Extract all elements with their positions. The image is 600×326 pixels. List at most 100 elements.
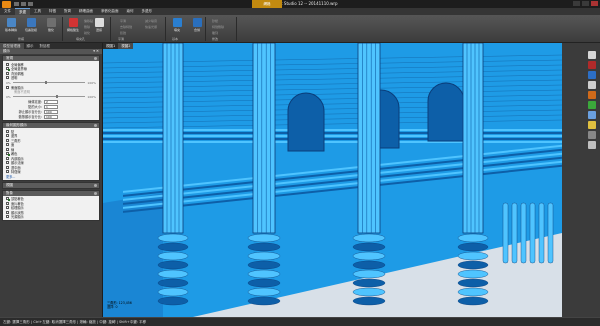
checkbox[interactable] xyxy=(6,206,9,210)
select-button[interactable]: 選擇 xyxy=(92,18,106,32)
checkbox[interactable] xyxy=(6,215,9,219)
number-label: 動態顯示百分比: xyxy=(18,115,42,119)
tab-4[interactable]: 對齊 xyxy=(60,8,75,15)
merge-button[interactable]: 合併 xyxy=(190,18,204,32)
context-tab-mesh[interactable]: 網格 xyxy=(252,0,282,8)
maximize-icon[interactable] xyxy=(582,1,589,6)
ribbon-item-2[interactable]: 銳化 xyxy=(84,31,90,35)
button-label: 包裹建模 xyxy=(24,28,37,32)
more-link[interactable]: 更多... xyxy=(6,174,96,179)
section-header[interactable]: 視圖 xyxy=(3,182,99,188)
checkbox[interactable] xyxy=(6,134,9,138)
wrap-button[interactable]: 包裹建模 xyxy=(24,18,38,32)
minimize-icon[interactable] xyxy=(573,1,580,6)
slider-track[interactable] xyxy=(12,81,86,84)
ribbon-group-label: 填充孔 xyxy=(76,37,86,41)
view-tool-9-icon[interactable] xyxy=(588,141,596,149)
checkbox[interactable] xyxy=(6,197,9,201)
ribbon-item-0[interactable]: 偏移點 xyxy=(84,19,93,23)
slider-knob[interactable] xyxy=(45,81,48,84)
number-input[interactable]: 100 xyxy=(44,109,58,114)
tab-6[interactable]: 參數化曲面 xyxy=(97,8,123,15)
checkbox[interactable] xyxy=(6,165,9,169)
button-label: 網格醫生 xyxy=(66,28,79,32)
number-input[interactable]: 1 xyxy=(44,104,58,109)
checkbox-row[interactable]: 光源顯示 xyxy=(6,215,96,219)
column-base-ring xyxy=(157,278,189,288)
collapse-icon[interactable] xyxy=(94,191,97,195)
view-tool-1-icon[interactable] xyxy=(588,61,596,69)
column-base-ring xyxy=(457,242,489,252)
ribbon-item-5[interactable]: 鬆弛 xyxy=(120,31,126,35)
section-header[interactable]: 對象 xyxy=(3,190,99,196)
checkbox[interactable] xyxy=(6,161,9,165)
column-base-ring xyxy=(457,278,489,288)
mesh-model-render[interactable] xyxy=(103,43,562,317)
pin-icon[interactable]: ▾ ✕ xyxy=(93,49,99,54)
section-header[interactable]: 常規 xyxy=(3,56,99,61)
number-input[interactable]: 2 xyxy=(44,99,58,104)
viewport-tab-0[interactable]: 視圖1 xyxy=(103,43,119,49)
fill-button[interactable]: 填充 xyxy=(170,18,184,32)
column-base-ring xyxy=(157,269,189,279)
column-base-ring xyxy=(352,278,386,288)
tab-5[interactable]: 精確曲面 xyxy=(75,8,97,15)
checkbox[interactable] xyxy=(6,76,9,80)
column-base-ring xyxy=(457,260,489,270)
checkbox[interactable] xyxy=(6,138,9,142)
left-panel: 模型管理器 顯示 對話框 顯示 ▾ ✕ 常規 全局偏移 全局邊界線 背景網格 透明 0% 100… xyxy=(0,43,103,317)
collapse-icon[interactable] xyxy=(94,57,97,60)
status-bar: 左鍵: 選擇三角形 | Ctrl+左鍵: 取消選擇三角形 | 滾輪: 縮放 | … xyxy=(0,317,600,325)
view-tool-0-icon[interactable] xyxy=(588,51,596,59)
column-base-ring xyxy=(457,233,489,243)
view-tool-2-icon[interactable] xyxy=(588,71,596,79)
checkbox[interactable] xyxy=(6,67,9,71)
checkbox[interactable] xyxy=(6,71,9,75)
ribbon-item-10[interactable]: 雕刻 xyxy=(212,31,218,35)
tab-3[interactable]: 特徵 xyxy=(45,8,60,15)
ribbon-item-4[interactable]: 去除特徵 xyxy=(120,25,132,29)
checkbox[interactable] xyxy=(6,210,9,214)
checkbox[interactable] xyxy=(6,129,9,133)
slider-track[interactable] xyxy=(12,95,86,98)
ribbon-item-9[interactable]: 特徵刪除 xyxy=(212,25,224,29)
collapse-icon[interactable] xyxy=(94,124,97,127)
view-tool-4-icon[interactable] xyxy=(588,91,596,99)
checkbox[interactable] xyxy=(6,85,9,89)
3d-viewport[interactable]: 視圖1 視圖2 三角形: 123,456 選擇: 0 xyxy=(103,43,562,317)
checkbox[interactable] xyxy=(6,147,9,151)
ribbon-item-6[interactable]: 減少噪音 xyxy=(145,19,157,23)
section-header[interactable]: 幾何圖形顯示 xyxy=(3,123,99,128)
collapse-icon[interactable] xyxy=(94,183,97,187)
tab-2[interactable]: 工具 xyxy=(30,8,45,15)
viewport-tab-1[interactable]: 視圖2 xyxy=(118,43,134,49)
checkbox[interactable] xyxy=(6,62,9,66)
mesh-doctor-button[interactable]: 網格醫生 xyxy=(66,18,80,32)
ribbon-item-1[interactable]: 刪除 xyxy=(84,25,90,29)
view-tool-6-icon[interactable] xyxy=(588,111,596,119)
tab-0[interactable]: 文件 xyxy=(0,8,15,15)
tab-8[interactable]: 多邊形 xyxy=(138,8,157,15)
number-input[interactable]: 100 xyxy=(44,114,58,119)
view-tool-3-icon[interactable] xyxy=(588,81,596,89)
simplify-button[interactable]: 簡化 xyxy=(44,18,58,32)
close-icon[interactable] xyxy=(591,1,598,6)
ribbon-item-3[interactable]: 平滑 xyxy=(120,19,126,23)
checkbox[interactable] xyxy=(6,152,9,156)
checkbox[interactable] xyxy=(6,143,9,147)
ribbon-item-8[interactable]: 砂紙 xyxy=(212,19,218,23)
ribbon-item-7[interactable]: 快速光順 xyxy=(145,25,157,29)
tab-1[interactable]: 多邊 xyxy=(15,8,30,15)
tab-7[interactable]: 幾何 xyxy=(123,8,138,15)
view-tool-7-icon[interactable] xyxy=(588,121,596,129)
baluster xyxy=(529,202,536,264)
ribbon-group-label: 基本 xyxy=(172,37,179,41)
view-tool-8-icon[interactable] xyxy=(588,131,596,139)
view-tool-5-icon[interactable] xyxy=(588,101,596,109)
column-base-ring xyxy=(157,296,189,306)
version-convert-button[interactable]: 版本轉換 xyxy=(4,18,18,32)
slider-knob[interactable] xyxy=(56,95,59,98)
ribbon-separator xyxy=(62,17,63,41)
checkbox[interactable] xyxy=(6,201,9,205)
checkbox[interactable] xyxy=(6,156,9,160)
